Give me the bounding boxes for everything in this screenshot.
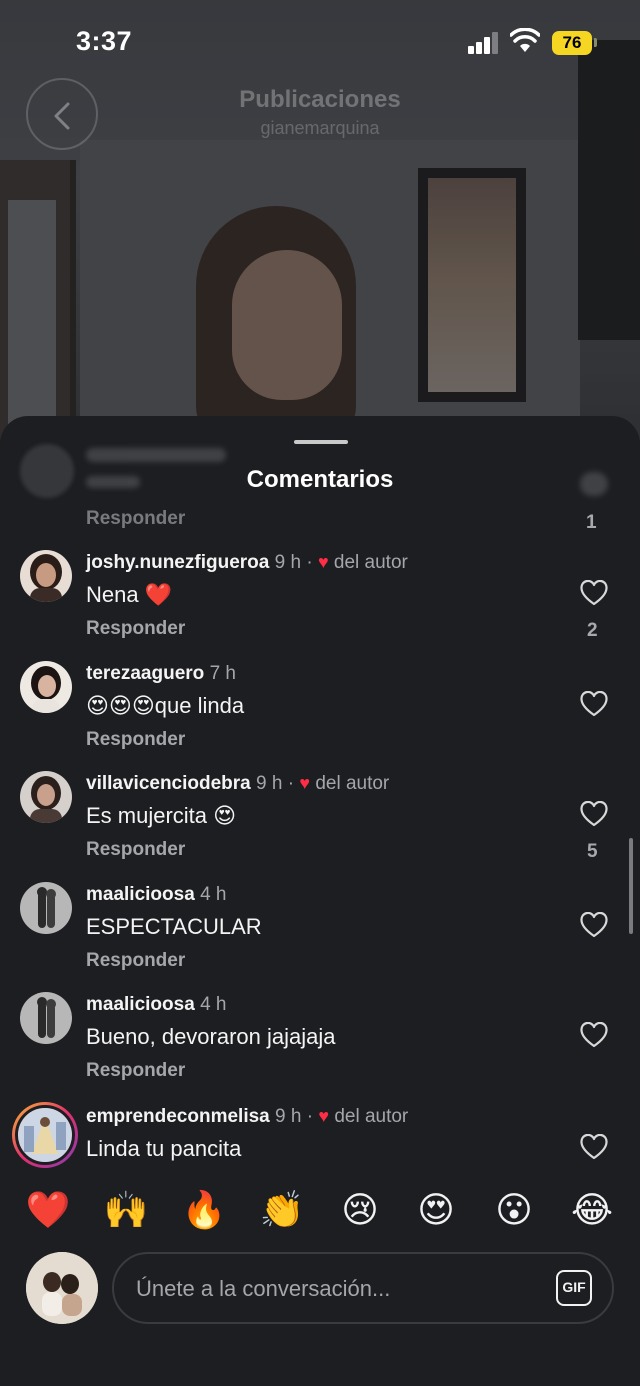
reply-button[interactable]: Responder: [86, 729, 185, 751]
reply-button[interactable]: Responder: [86, 508, 185, 530]
comment-item: terezaaguero 7 h 😍😍😍que linda Responder: [0, 661, 640, 771]
emoji-laughing[interactable]: 😂: [566, 1190, 618, 1230]
heart-filled-icon: ♥: [318, 1106, 330, 1126]
comment-meta: villavicenciodebra 9 h · ♥ del autor: [86, 773, 390, 794]
cellular-signal-icon: [468, 32, 500, 54]
comment-text: 😍😍😍que linda: [86, 693, 245, 718]
comment-meta: emprendeconmelisa 9 h · ♥ del autor: [86, 1106, 409, 1127]
comment-time: 9 h: [275, 1106, 302, 1127]
heart-outline-icon[interactable]: [580, 1022, 608, 1048]
comment-username[interactable]: maalicioosa: [86, 884, 195, 905]
comment-meta: terezaaguero 7 h: [86, 663, 236, 685]
emoji-red-heart[interactable]: ❤️: [22, 1190, 74, 1230]
emoji-clapping[interactable]: 👏: [256, 1190, 308, 1230]
avatar[interactable]: [20, 992, 72, 1044]
avatar[interactable]: [20, 771, 72, 823]
reply-button[interactable]: Responder: [86, 950, 185, 972]
comment-input-placeholder: Únete a la conversación...: [136, 1276, 391, 1301]
battery-indicator: 76: [552, 31, 592, 55]
emoji-heart-eyes[interactable]: 😍: [410, 1190, 462, 1230]
comment-text: Nena ❤️: [86, 582, 173, 607]
avatar[interactable]: [20, 550, 72, 602]
comment-username[interactable]: villavicenciodebra: [86, 773, 251, 794]
comment-username[interactable]: joshy.nunezfigueroa: [86, 552, 269, 573]
comment-time: 4 h: [200, 994, 227, 1015]
emoji-crying[interactable]: 😢: [334, 1190, 386, 1230]
comment-meta: maalicioosa 4 h: [86, 884, 226, 906]
heart-filled-icon: ♥: [317, 552, 329, 572]
comment-time: 7 h: [209, 663, 236, 684]
avatar[interactable]: [20, 661, 72, 713]
page-subtitle: gianemarquina: [260, 118, 380, 138]
comment-username[interactable]: terezaaguero: [86, 663, 204, 684]
heart-outline-icon[interactable]: [580, 912, 608, 938]
comment-time: 4 h: [200, 884, 227, 905]
comment-meta: maalicioosa 4 h: [86, 994, 226, 1016]
emoji-fire[interactable]: 🔥: [178, 1190, 230, 1230]
author-like-label: del autor: [333, 552, 408, 573]
comment-time: 9 h: [256, 773, 283, 794]
scrollbar[interactable]: [629, 838, 633, 934]
reply-button[interactable]: Responder: [86, 618, 185, 640]
like-count: 2: [587, 620, 598, 641]
comment-username[interactable]: emprendeconmelisa: [86, 1106, 270, 1127]
comment-item: joshy.nunezfigueroa 9 h · ♥ del autor Ne…: [0, 550, 640, 660]
battery-level: 76: [562, 33, 582, 52]
like-count: 1: [586, 512, 597, 533]
comment-text: Es mujercita 😍: [86, 803, 237, 828]
comments-sheet: Comentarios Responder 1 joshy.nunezfigue…: [0, 416, 640, 1386]
sheet-title: Comentarios: [246, 466, 394, 493]
current-user-avatar: [26, 1252, 98, 1324]
author-like-label: del autor: [315, 773, 390, 794]
comment-item: maalicioosa 4 h Bueno, devoraron jajajaj…: [0, 992, 640, 1102]
avatar[interactable]: [20, 882, 72, 934]
heart-outline-icon[interactable]: [580, 580, 608, 606]
heart-outline-icon[interactable]: [580, 691, 608, 717]
author-like-label: del autor: [334, 1106, 409, 1127]
reply-button[interactable]: Responder: [86, 839, 185, 861]
emoji-reaction-bar: ❤️ 🙌 🔥 👏 😢 😍 😮 😂: [0, 1176, 640, 1252]
status-bar: 3:37 76: [0, 0, 640, 86]
emoji-surprised[interactable]: 😮: [488, 1190, 540, 1230]
status-time: 3:37: [76, 26, 133, 56]
comment-text: ESPECTACULAR: [86, 914, 262, 939]
comment-item: villavicenciodebra 9 h · ♥ del autor Es …: [0, 771, 640, 881]
like-count: 5: [587, 841, 598, 862]
comment-meta: joshy.nunezfigueroa 9 h · ♥ del autor: [86, 552, 408, 573]
sheet-grabber[interactable]: [294, 440, 348, 444]
wifi-icon: [510, 28, 540, 52]
comment-item: maalicioosa 4 h ESPECTACULAR Responder: [0, 882, 640, 992]
comment-username[interactable]: maalicioosa: [86, 994, 195, 1015]
gif-button[interactable]: GIF: [556, 1270, 592, 1306]
heart-filled-icon: ♥: [299, 773, 311, 793]
comment-text: Linda tu pancita: [86, 1136, 242, 1161]
heart-outline-icon[interactable]: [580, 1134, 608, 1160]
avatar-story-ring[interactable]: [12, 1102, 78, 1168]
reply-button[interactable]: Responder: [86, 1060, 185, 1082]
comment-input[interactable]: Únete a la conversación... GIF: [112, 1252, 614, 1324]
heart-outline-icon[interactable]: [580, 801, 608, 827]
page-title: Publicaciones: [239, 86, 401, 113]
comment-text: Bueno, devoraron jajajaja: [86, 1024, 336, 1049]
comment-time: 9 h: [274, 552, 302, 573]
emoji-raised-hands[interactable]: 🙌: [100, 1190, 152, 1230]
